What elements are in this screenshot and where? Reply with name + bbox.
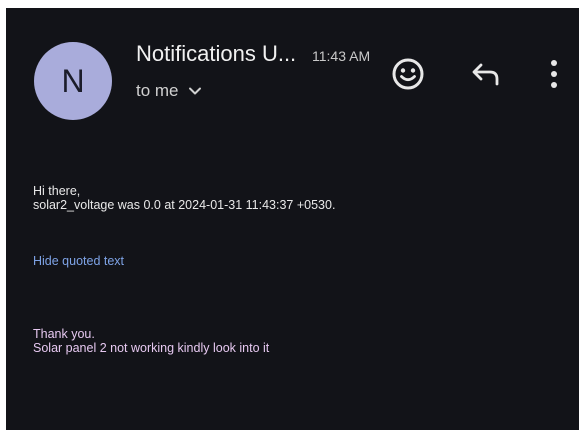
reply-arrow-icon	[472, 63, 499, 86]
smiley-face-icon	[392, 58, 424, 90]
sender-avatar[interactable]: N	[34, 42, 112, 120]
message-time: 11:43 AM	[312, 48, 371, 64]
sender-name: Notifications U...	[136, 41, 297, 66]
thanks-text: Thank you.	[33, 327, 95, 341]
email-view: N Notifications U... 11:43 AM to me Hi t…	[6, 8, 579, 430]
message-body: Hi there, solar2_voltage was 0.0 at 2024…	[33, 184, 335, 212]
greeting-text: Hi there,	[33, 184, 81, 198]
note-text: Solar panel 2 not working kindly look in…	[33, 341, 270, 355]
add-reaction-button[interactable]	[388, 54, 428, 94]
chevron-down-icon	[188, 87, 201, 95]
quoted-message: Thank you. Solar panel 2 not working kin…	[33, 327, 269, 355]
reply-button[interactable]	[466, 54, 506, 94]
more-options-button[interactable]	[534, 54, 574, 94]
hide-quoted-text-link[interactable]: Hide quoted text	[33, 254, 124, 268]
alert-text: solar2_voltage was 0.0 at 2024-01-31 11:…	[33, 198, 336, 212]
avatar-letter: N	[61, 62, 85, 99]
recipient-label: to me	[136, 81, 179, 100]
recipient-details-toggle[interactable]: to me	[136, 81, 203, 101]
vertical-dots-icon	[551, 60, 557, 88]
